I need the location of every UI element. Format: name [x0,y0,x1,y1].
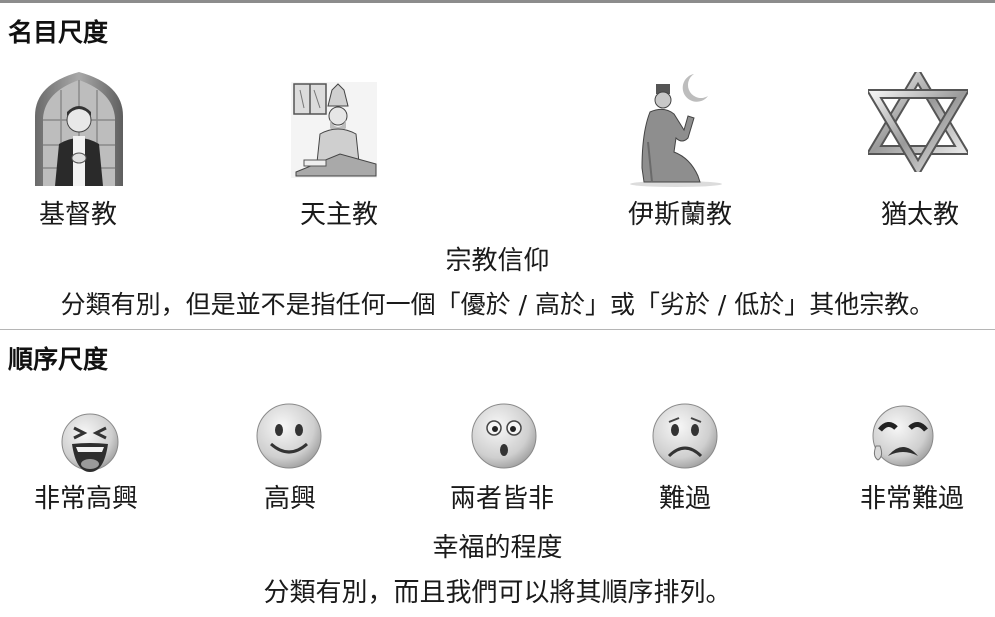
crying-face-icon [870,402,936,472]
nominal-caption: 宗教信仰 [445,246,550,276]
emotion-label-happy: 高興 [264,484,317,514]
emotion-label-sad: 難過 [659,484,712,514]
section-divider [0,329,995,330]
religion-label-catholic: 天主教 [300,200,379,230]
emotion-label-very-happy: 非常高興 [34,484,139,514]
emotion-label-very-sad: 非常難過 [860,484,965,514]
emotion-label-neutral: 兩者皆非 [450,484,555,514]
neutral-face-icon [470,402,538,470]
ordinal-scale-heading: 順序尺度 [8,345,109,374]
star-of-david-icon [868,72,968,172]
ordinal-note: 分類有別，而且我們可以將其順序排列。 [263,578,732,608]
religion-label-islam: 伊斯蘭教 [628,200,733,230]
christian-priest-icon [33,70,125,188]
religion-label-judaism: 猶太教 [881,200,960,230]
ordinal-caption: 幸福的程度 [432,533,563,563]
nominal-note: 分類有別，但是並不是指任何一個「優於 / 高於」或「劣於 / 低於」其他宗教。 [60,290,935,319]
catholic-bishop-icon [290,80,378,180]
laughing-face-icon [60,410,120,474]
religion-label-christian: 基督教 [39,200,118,230]
nominal-scale-heading: 名目尺度 [8,18,109,47]
muslim-prayer-crescent-icon [628,72,724,188]
smiling-face-icon [255,402,323,470]
sad-face-icon [651,402,719,470]
top-divider [0,0,995,3]
